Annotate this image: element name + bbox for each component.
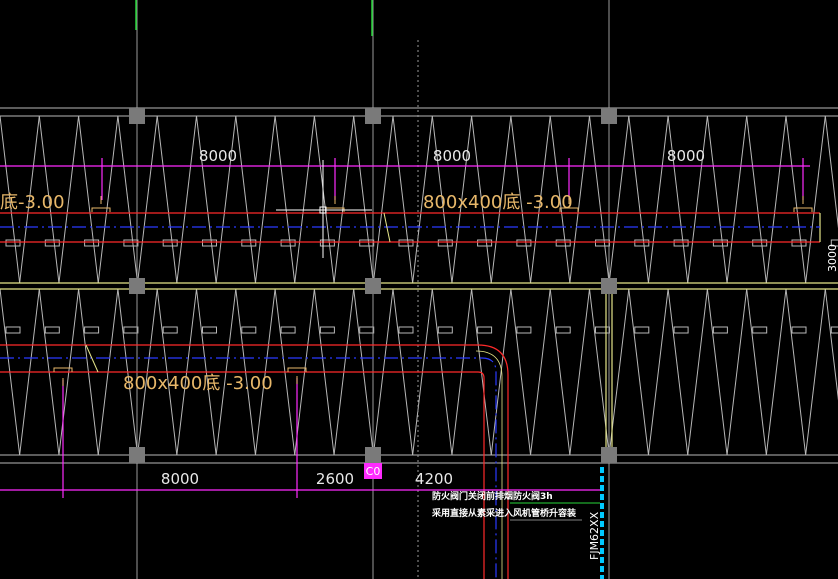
column-5	[365, 278, 381, 294]
duct-label-bottom: 800x400底 -3.00	[123, 373, 273, 394]
dim-text-top-1: 8000	[199, 147, 237, 165]
column-9	[601, 447, 617, 463]
dim-text-top-3: 8000	[667, 147, 705, 165]
note-line-1: 防火阀门关闭前排烟防火阀⁥3h	[432, 490, 553, 502]
marker-code: C0	[366, 465, 381, 478]
duct-label-top-left: 底-3.00	[0, 192, 65, 213]
column-7	[129, 447, 145, 463]
equipment-tag: FJM62XX	[588, 511, 601, 560]
dim-text-bottom-3: 4200	[415, 470, 453, 488]
column-6	[601, 278, 617, 294]
duct-label-top-right: 800x400底 -3.00	[423, 192, 573, 213]
column-8	[365, 447, 381, 463]
column-1	[129, 108, 145, 124]
column-2	[365, 108, 381, 124]
cad-drawing-canvas[interactable]: 8000 8000 8000 8000 2600 4200 底-3.00 800…	[0, 0, 838, 579]
dim-text-top-2: 8000	[433, 147, 471, 165]
dim-text-bottom-1: 8000	[161, 470, 199, 488]
column-4	[129, 278, 145, 294]
edge-text-right: 3000	[826, 244, 838, 272]
column-3	[601, 108, 617, 124]
note-line-2: 采用直接从素采进入风机管桥升容装	[431, 507, 577, 519]
dim-text-bottom-2: 2600	[316, 470, 354, 488]
